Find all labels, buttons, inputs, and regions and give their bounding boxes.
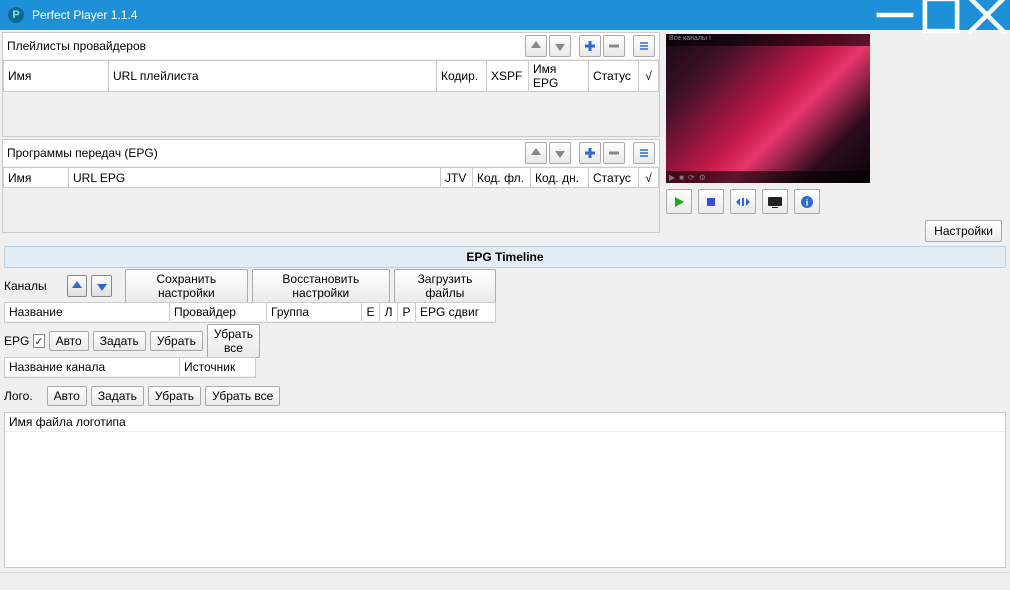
epg-panel: Программы передач (EPG) Имя URL EPG JTV … xyxy=(2,139,660,233)
move-down-button[interactable] xyxy=(549,142,571,164)
col-url[interactable]: URL плейлиста xyxy=(109,61,437,92)
screen-button[interactable] xyxy=(762,189,788,214)
channels-down-button[interactable] xyxy=(91,275,111,297)
titlebar: P Perfect Player 1.1.4 xyxy=(0,0,1010,30)
playlists-table[interactable]: Имя URL плейлиста Кодир. XSPF Имя EPG Ст… xyxy=(3,60,659,92)
monitor-label: Все каналы ! xyxy=(669,35,711,45)
epg-auto-button[interactable]: Авто xyxy=(49,331,89,351)
col-encoding[interactable]: Кодир. xyxy=(437,61,487,92)
move-down-button[interactable] xyxy=(549,35,571,57)
save-settings-button[interactable]: Сохранить настройки xyxy=(125,269,248,303)
epg-timeline-bar[interactable]: EPG Timeline xyxy=(4,246,1006,268)
logo-list[interactable]: Имя файла логотипа xyxy=(4,412,1006,568)
remove-button[interactable] xyxy=(603,142,625,164)
col-channel-name[interactable]: Название канала xyxy=(5,358,180,376)
app-icon: P xyxy=(8,7,24,23)
col-codfl[interactable]: Код. фл. xyxy=(473,168,531,188)
play-button[interactable] xyxy=(666,189,692,214)
col-check[interactable]: √ xyxy=(639,61,659,92)
col-provider[interactable]: Провайдер xyxy=(170,303,267,321)
channels-up-button[interactable] xyxy=(67,275,87,297)
epg-checkbox[interactable] xyxy=(33,334,44,348)
epgassign-label: EPG xyxy=(4,334,29,348)
epg-title: Программы передач (EPG) xyxy=(7,146,523,160)
add-button[interactable] xyxy=(579,142,601,164)
logo-removeall-button[interactable]: Убрать все xyxy=(205,386,280,406)
col-coddn[interactable]: Код. дн. xyxy=(531,168,589,188)
channels-list[interactable]: Название Провайдер Группа E Л Р EPG сдви… xyxy=(4,302,496,323)
epg-removeall-button[interactable]: Убрать все xyxy=(207,324,260,358)
col-url[interactable]: URL EPG xyxy=(69,168,441,188)
col-name[interactable]: Имя xyxy=(4,168,69,188)
col-group[interactable]: Группа xyxy=(267,303,362,321)
load-files-button[interactable]: Загрузить файлы xyxy=(394,269,496,303)
col-l[interactable]: Л xyxy=(380,303,398,321)
channels-label: Каналы xyxy=(4,279,47,293)
logo-remove-button[interactable]: Убрать xyxy=(148,386,201,406)
epgassign-list[interactable]: Название канала Источник xyxy=(4,357,256,378)
add-button[interactable] xyxy=(579,35,601,57)
epg-table[interactable]: Имя URL EPG JTV Код. фл. Код. дн. Статус… xyxy=(3,167,659,188)
content: Плейлисты провайдеров Имя URL плейлиста … xyxy=(0,30,1010,572)
minimize-button[interactable] xyxy=(872,0,918,30)
settings-button[interactable]: Настройки xyxy=(925,220,1002,242)
col-logo-file[interactable]: Имя файла логотипа xyxy=(5,413,1005,431)
status-bar xyxy=(0,572,1010,590)
move-up-button[interactable] xyxy=(525,142,547,164)
epg-set-button[interactable]: Задать xyxy=(93,331,146,351)
epg-remove-button[interactable]: Убрать xyxy=(150,331,203,351)
col-status[interactable]: Статус xyxy=(589,61,639,92)
col-status[interactable]: Статус xyxy=(589,168,639,188)
remove-button[interactable] xyxy=(603,35,625,57)
col-name[interactable]: Имя xyxy=(4,61,109,92)
col-e[interactable]: E xyxy=(362,303,380,321)
col-chname[interactable]: Название xyxy=(5,303,170,321)
col-xspf[interactable]: XSPF xyxy=(487,61,529,92)
menu-button[interactable] xyxy=(633,142,655,164)
skip-button[interactable] xyxy=(730,189,756,214)
maximize-button[interactable] xyxy=(918,0,964,30)
col-p[interactable]: Р xyxy=(398,303,416,321)
close-button[interactable] xyxy=(964,0,1010,30)
menu-button[interactable] xyxy=(633,35,655,57)
col-epgname[interactable]: Имя EPG xyxy=(529,61,589,92)
logo-set-button[interactable]: Задать xyxy=(91,386,144,406)
col-jtv[interactable]: JTV xyxy=(441,168,473,188)
playlists-panel: Плейлисты провайдеров Имя URL плейлиста … xyxy=(2,32,660,137)
col-source[interactable]: Источник xyxy=(180,358,255,376)
playlists-title: Плейлисты провайдеров xyxy=(7,39,523,53)
video-preview[interactable]: Все каналы ! ▶■⟳⚙ xyxy=(666,34,870,183)
stop-button[interactable] xyxy=(698,189,724,214)
restore-settings-button[interactable]: Восстановить настройки xyxy=(252,269,390,303)
logo-auto-button[interactable]: Авто xyxy=(47,386,87,406)
col-check[interactable]: √ xyxy=(639,168,659,188)
logo-label: Лого. xyxy=(4,389,33,403)
player-controls: i xyxy=(666,189,1008,214)
info-button[interactable]: i xyxy=(794,189,820,214)
move-up-button[interactable] xyxy=(525,35,547,57)
col-shift[interactable]: EPG сдвиг xyxy=(416,303,495,321)
window-title: Perfect Player 1.1.4 xyxy=(32,8,872,22)
